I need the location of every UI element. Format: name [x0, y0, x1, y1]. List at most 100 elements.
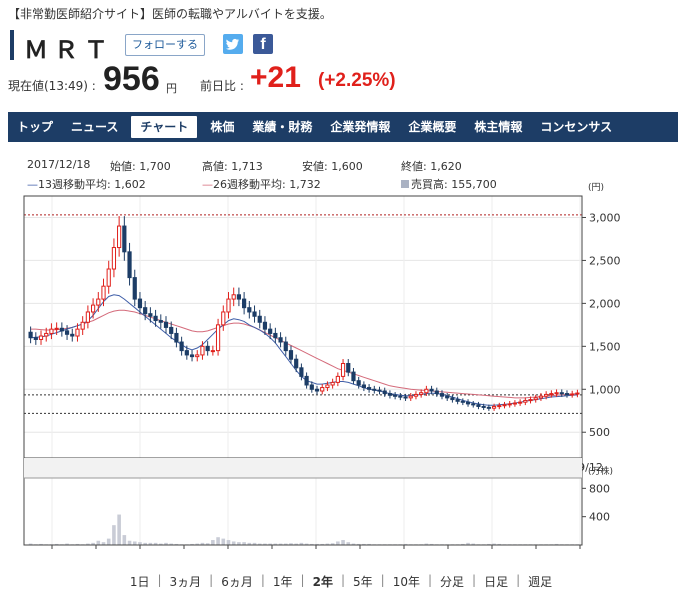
candles — [28, 216, 580, 411]
candle-body — [85, 311, 90, 323]
candle-body — [283, 341, 288, 352]
y-tick-label: 3,000 — [589, 211, 621, 224]
candle-body — [163, 321, 169, 328]
volume-bar — [117, 514, 121, 545]
volume-bar — [106, 538, 111, 545]
volume-bar — [122, 535, 127, 545]
candle-body — [366, 387, 372, 390]
volume-bar — [96, 540, 101, 545]
candle-body — [439, 393, 445, 397]
candle-body — [153, 315, 158, 322]
candle-body — [356, 380, 361, 386]
volume-bar — [226, 540, 231, 545]
y-tick-label: 1,500 — [589, 340, 621, 353]
candle-body — [189, 354, 195, 358]
candle-body — [205, 345, 210, 352]
candle-body — [408, 395, 413, 399]
candle-body — [236, 294, 242, 300]
candle-body — [90, 304, 96, 313]
candle-body — [117, 225, 122, 249]
period-option[interactable]: 2年 — [305, 573, 341, 590]
candle-body — [44, 332, 49, 337]
volume-bar — [336, 541, 340, 545]
candle-body — [49, 328, 54, 334]
candle-body — [320, 387, 325, 392]
candle-body — [465, 401, 471, 405]
period-option[interactable]: 3ヵ月 — [162, 573, 210, 590]
candle-body — [231, 294, 236, 300]
candle-body — [226, 298, 231, 313]
candle-body — [148, 313, 153, 317]
candle-body — [294, 358, 299, 369]
period-option[interactable]: 1日 — [122, 573, 158, 590]
candle-body — [335, 375, 340, 383]
candle-body — [309, 384, 314, 390]
candle-body — [257, 315, 262, 323]
candle-body — [210, 350, 215, 353]
period-option[interactable]: 分足 — [432, 573, 472, 590]
candle-body — [75, 328, 80, 337]
candle-body — [184, 350, 189, 356]
candle-body — [382, 390, 387, 395]
candle-body — [445, 395, 450, 399]
candle-body — [262, 321, 268, 330]
candle-body — [559, 392, 564, 395]
candle-body — [314, 388, 320, 392]
period-option[interactable]: 5年 — [345, 573, 381, 590]
volume-bars — [28, 514, 580, 545]
candle-body — [200, 345, 205, 356]
stock-chart[interactable]: (円)5001,0001,5002,0002,5003,000(万株)40080… — [0, 0, 682, 572]
candle-body — [570, 393, 575, 396]
candle-body — [215, 324, 221, 352]
candle-body — [512, 402, 518, 405]
candle-body — [278, 337, 283, 343]
candle-body — [398, 395, 403, 398]
candle-body — [127, 251, 132, 279]
candle-body — [549, 393, 554, 396]
volume-bar — [211, 540, 215, 545]
candle-body — [564, 393, 570, 396]
candle-body — [80, 321, 85, 330]
candle-body — [38, 335, 44, 340]
period-option[interactable]: 1年 — [265, 573, 301, 590]
candle-body — [502, 404, 507, 407]
candle-body — [507, 403, 512, 406]
volume-bar — [341, 540, 345, 545]
candle-body — [288, 350, 294, 360]
candle-body — [169, 326, 174, 334]
candle-body — [122, 225, 127, 253]
candle-body — [429, 388, 434, 392]
candle-body — [330, 381, 335, 386]
candle-body — [242, 298, 247, 309]
period-option[interactable]: 週足 — [520, 573, 560, 590]
candle-body — [174, 332, 179, 343]
candle-body — [137, 298, 143, 309]
candle-body — [59, 327, 64, 332]
candle-body — [247, 307, 252, 313]
candle-body — [268, 328, 273, 334]
period-option[interactable]: 6ヵ月 — [213, 573, 261, 590]
ma26-line — [30, 309, 578, 399]
candle-body — [70, 333, 75, 337]
candle-body — [486, 406, 491, 409]
candle-body — [419, 392, 424, 395]
volume-bar — [216, 537, 220, 545]
period-option[interactable]: 日足 — [476, 573, 516, 590]
period-option[interactable]: 10年 — [385, 573, 428, 590]
candle-body — [413, 393, 419, 397]
candle-body — [325, 384, 330, 389]
volume-bar — [132, 541, 137, 545]
candle-body — [481, 405, 486, 408]
ma26-polyline — [30, 309, 578, 399]
candle-body — [64, 330, 70, 335]
candle-body — [518, 401, 523, 404]
candle-body — [111, 247, 117, 270]
y-tick-label: 500 — [589, 426, 610, 439]
candle-body — [54, 327, 59, 330]
reference-lines — [24, 214, 582, 414]
y-tick-label: 2,500 — [589, 254, 621, 267]
volume-tick-label: 400 — [589, 511, 610, 524]
volume-bar — [112, 525, 116, 545]
period-selector: 1日 | 3ヵ月 | 6ヵ月 | 1年 | 2年 | 5年 | 10年 | 分足 | 日足 | 週足 — [0, 573, 682, 590]
y-tick-label: 1,000 — [589, 383, 621, 396]
